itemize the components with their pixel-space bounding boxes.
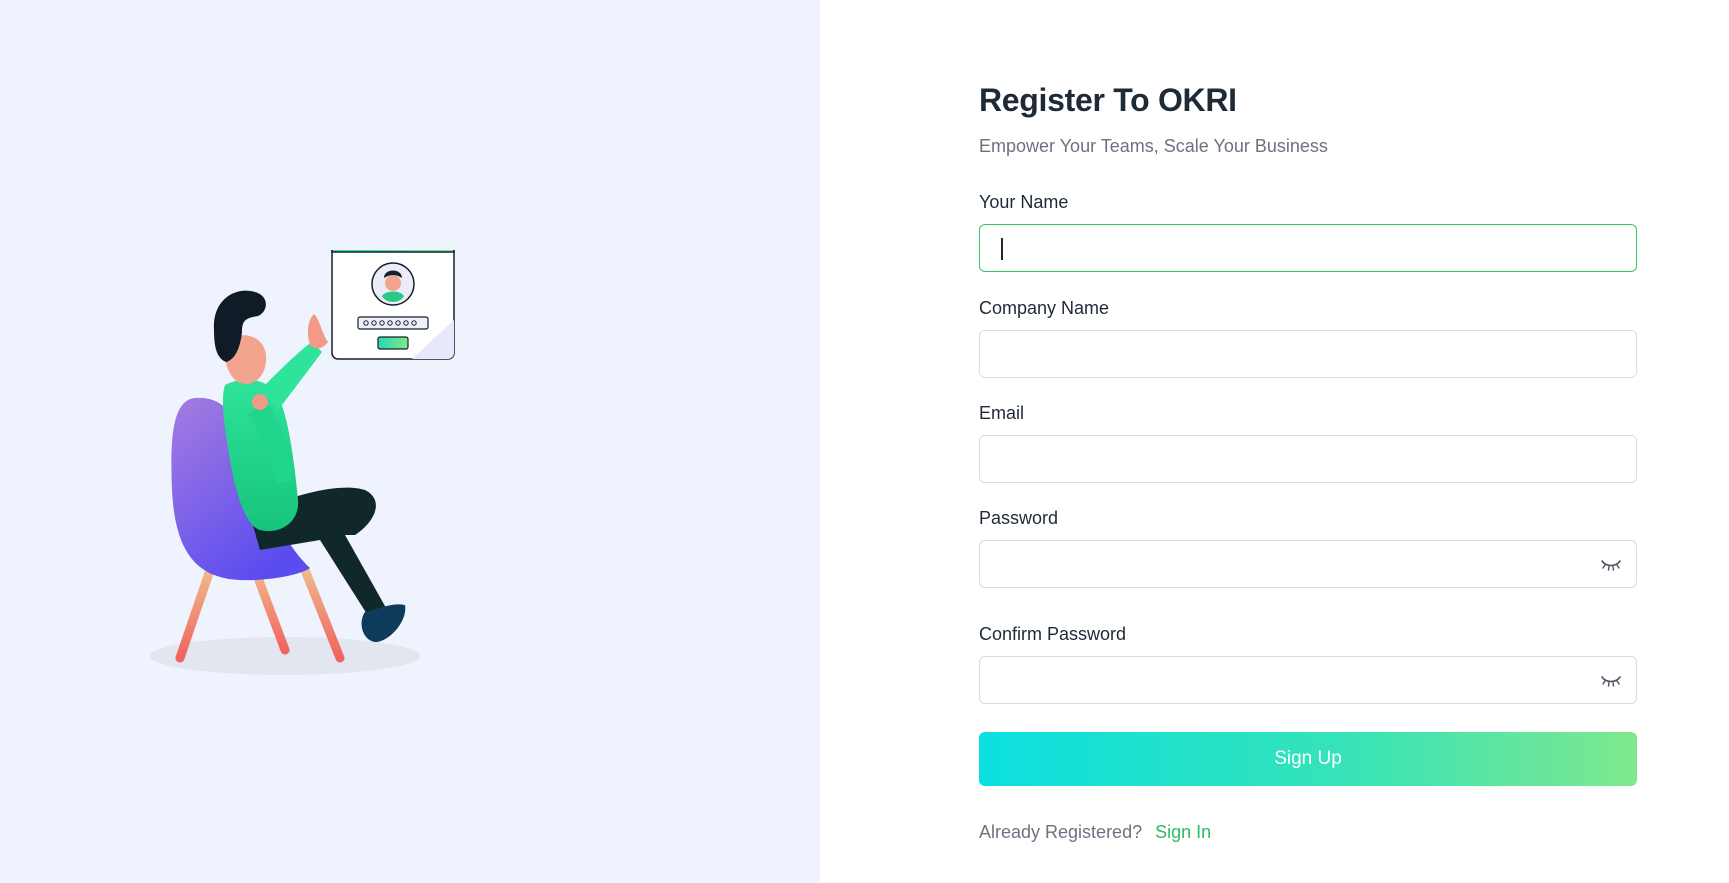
sign-in-prompt: Already Registered? [979,822,1143,842]
email-input-box [979,435,1637,483]
page-title: Register To OKRI [979,82,1237,118]
person-hand-chin [252,394,268,410]
email-label: Email [979,403,1025,423]
text-caret [1001,238,1003,260]
person-arm [260,342,322,410]
illustration-panel [0,0,820,883]
eye-closed-icon[interactable] [1600,555,1622,575]
confirm-password-input[interactable] [980,657,1636,703]
confirm-password-label: Confirm Password [979,624,1127,644]
name-label: Your Name [979,192,1069,212]
login-illustration [150,250,455,675]
email-input[interactable] [980,436,1636,482]
person-hand [307,314,328,349]
window-login-button [377,336,409,350]
name-input-box [979,224,1637,272]
sign-up-button[interactable]: Sign Up [979,732,1637,786]
password-label: Password [979,508,1059,528]
register-panel: Register To OKRI Empower Your Teams, Sca… [820,0,1729,883]
company-input[interactable] [980,331,1636,377]
name-field-group: Your Name [979,190,1637,272]
sign-in-row: Already Registered? Sign In [979,820,1211,844]
company-field-group: Company Name [979,296,1637,378]
page-subtitle: Empower Your Teams, Scale Your Business [979,136,1328,156]
eye-closed-icon[interactable] [1600,671,1622,691]
password-input-box [979,540,1637,588]
password-field-group: Password [979,506,1637,588]
confirm-password-field-group: Confirm Password [979,622,1637,704]
sign-in-link[interactable]: Sign In [1155,822,1211,842]
name-input[interactable] [980,225,1636,271]
email-field-group: Email [979,401,1637,483]
login-window-graphic [331,250,455,360]
company-label: Company Name [979,298,1110,318]
register-form: Register To OKRI Empower Your Teams, Sca… [979,78,1637,842]
password-input[interactable] [980,541,1636,587]
company-input-box [979,330,1637,378]
confirm-password-input-box [979,656,1637,704]
